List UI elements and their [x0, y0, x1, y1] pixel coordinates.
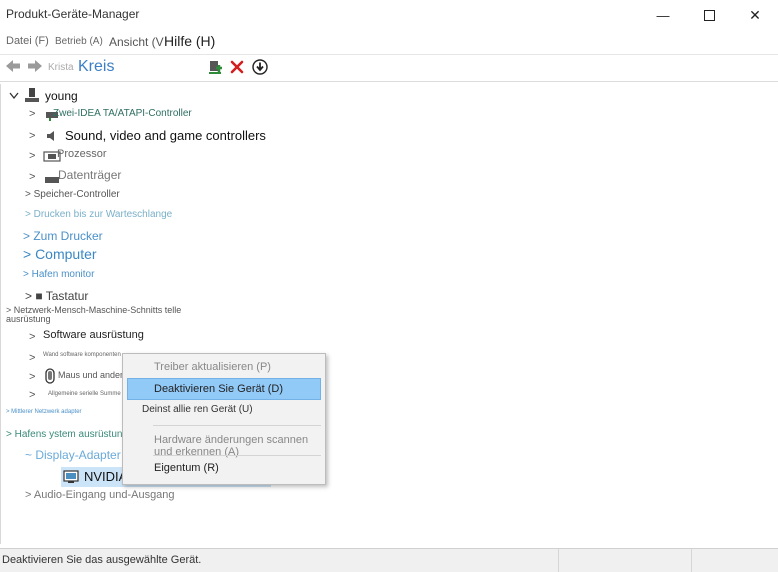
- display-adapter-icon: [63, 470, 79, 483]
- status-divider: [691, 549, 692, 572]
- back-arrow-icon[interactable]: [5, 59, 21, 73]
- close-icon: ✕: [749, 6, 761, 23]
- menu-view[interactable]: Ansicht (V: [109, 35, 164, 49]
- chevron-right-icon[interactable]: >: [29, 389, 35, 401]
- tree-item-label: ausrüstung: [6, 314, 51, 324]
- tree-item-label: Allgemeine serielle Summe: [48, 391, 121, 397]
- uninstall-x-icon[interactable]: [230, 60, 244, 74]
- maximize-icon: [703, 9, 715, 21]
- tree-item-label: > Hafens ystem ausrüstung: [6, 429, 129, 440]
- menu-item-properties[interactable]: Eigentum (R): [123, 457, 325, 479]
- chevron-right-icon[interactable]: >: [29, 108, 35, 120]
- tree-item-label: > Mittlerer Netzwerk adapter: [6, 409, 82, 415]
- forward-arrow-icon[interactable]: [27, 59, 43, 73]
- menu-item-scan-hardware[interactable]: Hardware änderungen scannen und erkennen…: [123, 429, 325, 458]
- tree-item-label: > Drucken bis zur Warteschlange: [25, 209, 173, 220]
- menu-item-label: Eigentum (R): [154, 462, 219, 474]
- download-circle-icon[interactable]: [252, 59, 268, 75]
- minimize-button[interactable]: —: [640, 0, 686, 30]
- status-bar: Deaktivieren Sie das ausgewählte Gerät.: [0, 548, 778, 572]
- chevron-down-icon[interactable]: [9, 92, 19, 99]
- update-driver-icon[interactable]: [207, 59, 223, 75]
- maximize-button[interactable]: [686, 0, 732, 30]
- menu-item-label: Deinst allie ren Gerät (U): [142, 404, 253, 415]
- menu-item-label: Deaktivieren Sie Gerät (D): [154, 383, 283, 395]
- mouse-icon: [45, 368, 55, 384]
- tree-item-label: > ■ Tastatur: [25, 289, 89, 303]
- tree-root-label: young: [45, 89, 78, 103]
- computer-icon: [25, 88, 39, 102]
- menu-bar: Datei (F) Betrieb (A) Ansicht (V Hilfe (…: [0, 30, 778, 54]
- menu-action[interactable]: Betrieb (A): [55, 36, 103, 47]
- title-bar: Produkt-Geräte-Manager — ✕: [0, 0, 778, 30]
- close-button[interactable]: ✕: [732, 0, 778, 30]
- device-tree: young > Zwei-IDEA TA/ATAPI-Controller > …: [0, 84, 778, 544]
- menu-item-uninstall-device[interactable]: Deinst allie ren Gerät (U): [123, 399, 325, 421]
- tree-item-label: Zwei-IDEA TA/ATAPI-Controller: [53, 108, 192, 119]
- tree-item-label: Datenträger: [58, 168, 122, 182]
- tree-item-label: Maus und andere: [58, 370, 129, 380]
- toolbar-kreis-label: Kreis: [78, 58, 115, 75]
- tree-item-label: Prozessor: [57, 148, 107, 160]
- status-divider: [558, 549, 559, 572]
- tree-item-label: > Audio-Eingang und-Ausgang: [25, 489, 175, 501]
- tree-item-label: Software ausrüstung: [43, 329, 144, 341]
- context-menu: Treiber aktualisieren (P) Deaktivieren S…: [122, 353, 326, 485]
- chevron-right-icon[interactable]: >: [29, 331, 35, 343]
- menu-help[interactable]: Hilfe (H): [164, 33, 215, 49]
- status-text: Deaktivieren Sie das ausgewählte Gerät.: [2, 554, 202, 566]
- tree-item-label: > Hafen monitor: [23, 269, 95, 280]
- chevron-right-icon[interactable]: >: [29, 130, 35, 142]
- tree-item-label: NVIDIA: [84, 469, 128, 484]
- menu-item-label: Treiber aktualisieren (P): [154, 361, 271, 373]
- menu-file[interactable]: Datei (F): [6, 35, 49, 47]
- window-title: Produkt-Geräte-Manager: [6, 7, 140, 21]
- menu-separator: [153, 425, 321, 426]
- toolbar-faded-label: Krista: [48, 62, 74, 73]
- tree-item-label: Wand software komponenten: [43, 352, 121, 358]
- speaker-icon: [47, 131, 54, 141]
- chevron-right-icon[interactable]: >: [29, 352, 35, 364]
- disk-drive-icon: [45, 177, 59, 183]
- tree-item-label: > Zum Drucker: [23, 229, 103, 243]
- menu-item-disable-device[interactable]: Deaktivieren Sie Gerät (D): [127, 378, 321, 400]
- tree-item-label: ~ Display-Adapter: [25, 448, 121, 462]
- menu-item-update-driver[interactable]: Treiber aktualisieren (P): [123, 356, 325, 378]
- minimize-icon: —: [656, 7, 670, 23]
- toolbar: Krista Kreis: [0, 54, 778, 82]
- menu-separator: [153, 455, 321, 456]
- tree-item-label: Sound, video and game controllers: [65, 128, 266, 143]
- tree-item-label: > Computer: [23, 246, 97, 262]
- tree-item-label: > Speicher-Controller: [25, 189, 120, 200]
- chevron-right-icon[interactable]: >: [29, 371, 35, 383]
- chevron-right-icon[interactable]: >: [29, 171, 35, 183]
- chevron-right-icon[interactable]: >: [29, 150, 35, 162]
